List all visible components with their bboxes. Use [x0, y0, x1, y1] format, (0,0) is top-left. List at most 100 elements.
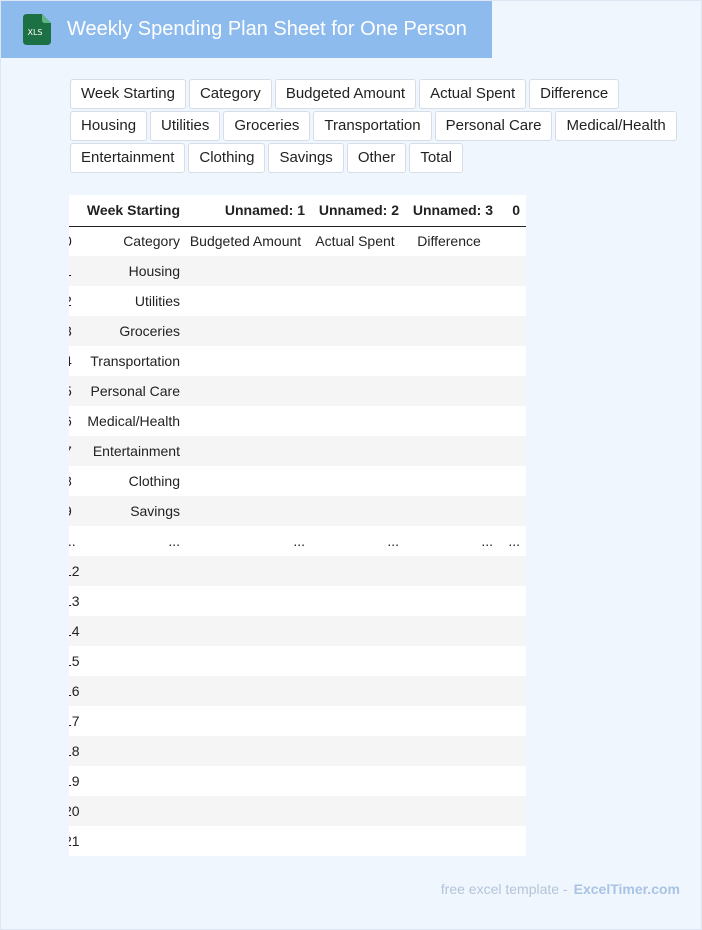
column-tag[interactable]: Category: [188, 79, 272, 109]
table-cell: [186, 766, 311, 796]
table-cell: [311, 796, 405, 826]
column-tag[interactable]: Housing: [70, 111, 148, 141]
table-row: 12: [69, 556, 526, 586]
table-row: 5 Personal Care: [69, 376, 526, 406]
column-header: Unnamed: 3: [405, 195, 499, 227]
table-cell: [311, 256, 405, 286]
table-cell: [405, 406, 499, 436]
table-cell: [186, 286, 311, 316]
table-cell: [499, 796, 526, 826]
column-tag[interactable]: Actual Spent: [419, 79, 527, 109]
row-index-label: 13: [69, 593, 80, 609]
table-cell: [405, 346, 499, 376]
table-cell: Clothing: [81, 466, 186, 496]
row-index-label: 14: [69, 623, 80, 639]
table-header-row: Week Starting Unnamed: 1 Unnamed: 2 Unnamed…: [69, 195, 526, 227]
table-cell: [311, 736, 405, 766]
table-cell: Entertainment: [81, 436, 186, 466]
table-cell: [186, 706, 311, 736]
table-cell: [405, 676, 499, 706]
column-tag[interactable]: Total: [409, 143, 464, 173]
row-index-label: 5: [69, 383, 72, 399]
column-tag[interactable]: Transportation: [313, 111, 432, 141]
table-row: 9 Savings: [69, 496, 526, 526]
table-cell: [405, 736, 499, 766]
column-tag[interactable]: Difference: [529, 79, 620, 109]
column-tag[interactable]: Medical/Health: [555, 111, 677, 141]
table-cell: [186, 616, 311, 646]
table-row: 17: [69, 706, 526, 736]
table-cell: [499, 256, 526, 286]
table-cell: Category: [81, 226, 186, 256]
row-index: 16: [69, 676, 81, 706]
row-index-label: 12: [69, 563, 80, 579]
row-index-label: 19: [69, 773, 80, 789]
table-cell: Actual Spent: [311, 226, 405, 256]
table-row: 3 Groceries: [69, 316, 526, 346]
row-index-label: 18: [69, 743, 80, 759]
table-cell: [311, 826, 405, 856]
table-cell: [499, 226, 526, 256]
table-cell: [186, 826, 311, 856]
column-tag[interactable]: Groceries: [223, 111, 311, 141]
row-index: 5: [69, 376, 81, 406]
row-index: 12: [69, 556, 81, 586]
column-tag[interactable]: Budgeted Amount: [274, 79, 417, 109]
row-index: 21: [69, 826, 81, 856]
table-cell: [405, 466, 499, 496]
column-tag[interactable]: Clothing: [188, 143, 266, 173]
table-row: 15: [69, 646, 526, 676]
row-index: 18: [69, 736, 81, 766]
table-cell: [311, 556, 405, 586]
table-row: 4 Transportation: [69, 346, 526, 376]
column-header: Unnamed: 2: [311, 195, 405, 227]
table-cell: Utilities: [81, 286, 186, 316]
row-index-label: 7: [69, 443, 72, 459]
row-index: 17: [69, 706, 81, 736]
table-row: 19: [69, 766, 526, 796]
xls-icon-label: XLS: [27, 28, 42, 37]
footer-brand-link[interactable]: ExcelTimer.com: [574, 881, 680, 897]
table-cell: [499, 376, 526, 406]
row-index: 6: [69, 406, 81, 436]
column-tag[interactable]: Week Starting: [70, 79, 186, 109]
table-cell: [81, 766, 186, 796]
table-cell: [186, 676, 311, 706]
column-tag[interactable]: Entertainment: [70, 143, 186, 173]
row-index-label: ...: [69, 533, 76, 549]
column-tag[interactable]: Other: [346, 143, 407, 173]
table-cell: [499, 826, 526, 856]
table-cell: [405, 436, 499, 466]
table-cell: [81, 646, 186, 676]
row-index-label: 17: [69, 713, 80, 729]
column-tag[interactable]: Savings: [268, 143, 344, 173]
column-tags: Week Starting Category Budgeted Amount Actu…: [70, 79, 700, 175]
table-cell: [186, 646, 311, 676]
table-cell: [499, 316, 526, 346]
table-cell: [405, 766, 499, 796]
table-cell: [405, 586, 499, 616]
table-cell: [405, 646, 499, 676]
column-tag[interactable]: Utilities: [150, 111, 221, 141]
row-index-label: 3: [69, 323, 72, 339]
table-cell: [405, 796, 499, 826]
table-cell: [405, 496, 499, 526]
table-cell: [499, 346, 526, 376]
row-index: 13: [69, 586, 81, 616]
row-index: 15: [69, 646, 81, 676]
table-cell: [311, 766, 405, 796]
data-table: Week Starting Unnamed: 1 Unnamed: 2 Unnamed…: [69, 195, 526, 856]
table-cell: [311, 586, 405, 616]
table-cell: [186, 316, 311, 346]
footer-prefix: free excel template -: [440, 881, 568, 897]
table-cell: [311, 436, 405, 466]
table-cell: Savings: [81, 496, 186, 526]
row-index: 19: [69, 766, 81, 796]
table-cell: [311, 406, 405, 436]
row-index: 8: [69, 466, 81, 496]
column-header: Week Starting: [81, 195, 186, 227]
table-row: 18: [69, 736, 526, 766]
table-cell: [405, 706, 499, 736]
column-tag[interactable]: Personal Care: [434, 111, 553, 141]
table-cell: [186, 406, 311, 436]
